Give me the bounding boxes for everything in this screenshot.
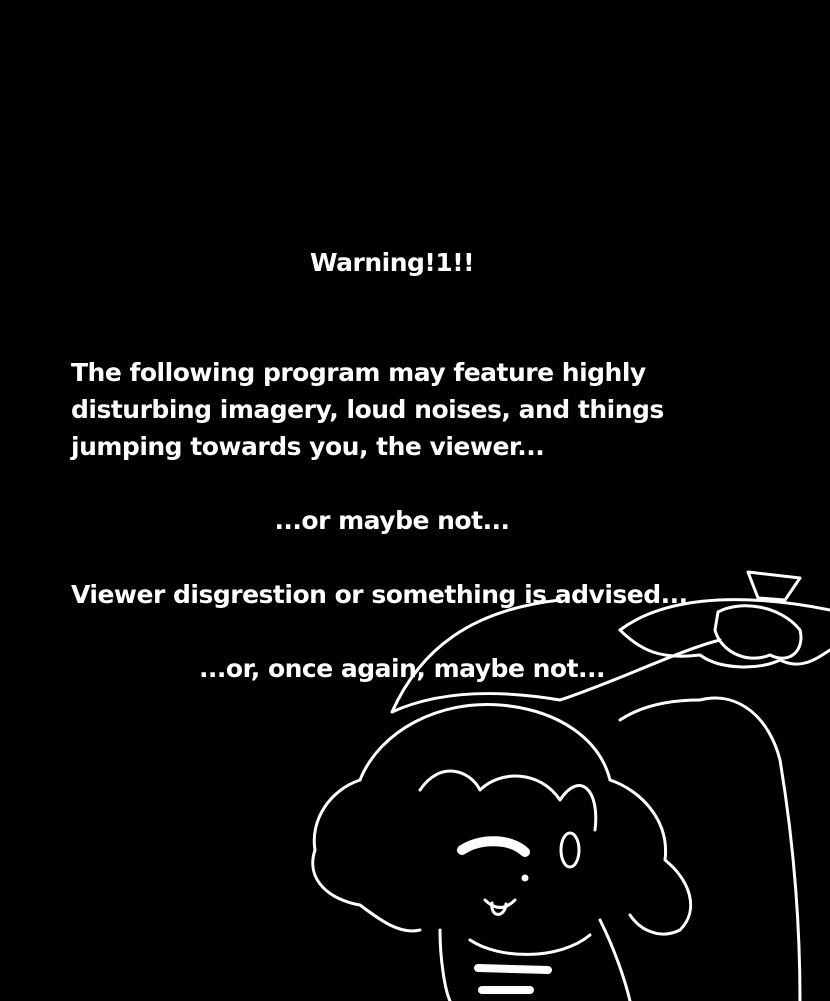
mouth-mark — [474, 964, 552, 974]
face — [457, 831, 581, 916]
character-drawing — [311, 570, 830, 1001]
character-head — [311, 702, 693, 1001]
umbrella-icon — [390, 570, 830, 1001]
